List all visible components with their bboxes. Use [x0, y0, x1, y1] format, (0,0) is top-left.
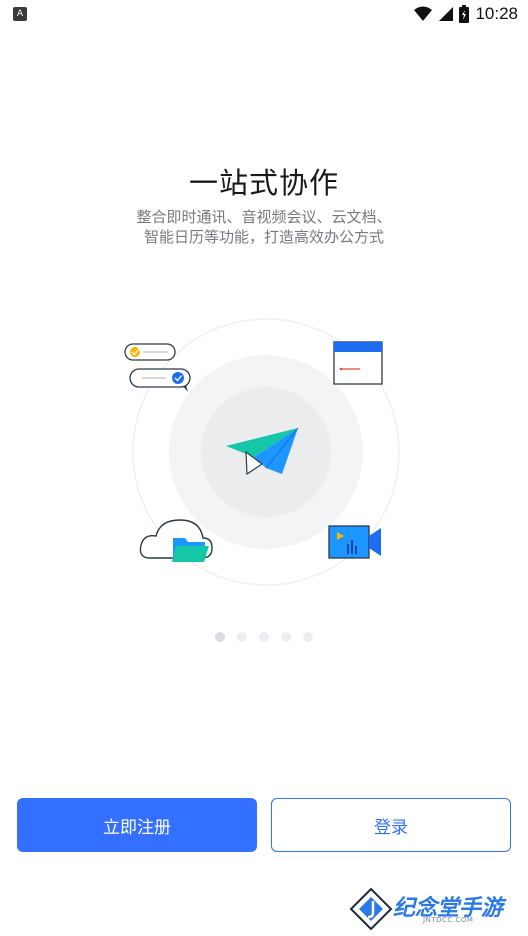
- status-icons: 10:28: [414, 3, 518, 25]
- login-button[interactable]: 登录: [271, 798, 511, 852]
- register-button[interactable]: 立即注册: [17, 798, 257, 852]
- page-indicator: [0, 632, 528, 642]
- document-icon: [333, 341, 383, 385]
- clock: 10:28: [475, 4, 518, 23]
- battery-icon: [459, 5, 470, 23]
- watermark-diamond-icon: [349, 887, 393, 931]
- watermark-subtext: JNTDCC.COM: [423, 916, 474, 924]
- cellular-signal-icon: [439, 7, 454, 21]
- page-subtitle: 整合即时通讯、音视频会议、云文档、 智能日历等功能，打造高效办公方式: [0, 207, 528, 247]
- page-dot-2[interactable]: [237, 632, 247, 642]
- subtitle-line-2: 智能日历等功能，打造高效办公方式: [143, 228, 384, 246]
- page-dot-4[interactable]: [281, 632, 291, 642]
- cloud-folder-icon: [139, 519, 213, 562]
- page-title: 一站式协作: [188, 166, 339, 200]
- page-dot-3[interactable]: [259, 632, 269, 642]
- wifi-icon: [414, 6, 433, 21]
- notification-app-icon: A: [13, 7, 27, 21]
- onboarding-illustration: [124, 318, 400, 586]
- page-dot-5[interactable]: [303, 632, 313, 642]
- status-bar: A 10:28: [0, 0, 528, 28]
- page-dot-1[interactable]: [215, 632, 225, 642]
- watermark-logo: 纪念堂手游 JNTDCC.COM: [345, 884, 520, 934]
- subtitle-line-1: 整合即时通讯、音视频会议、云文档、: [136, 208, 392, 226]
